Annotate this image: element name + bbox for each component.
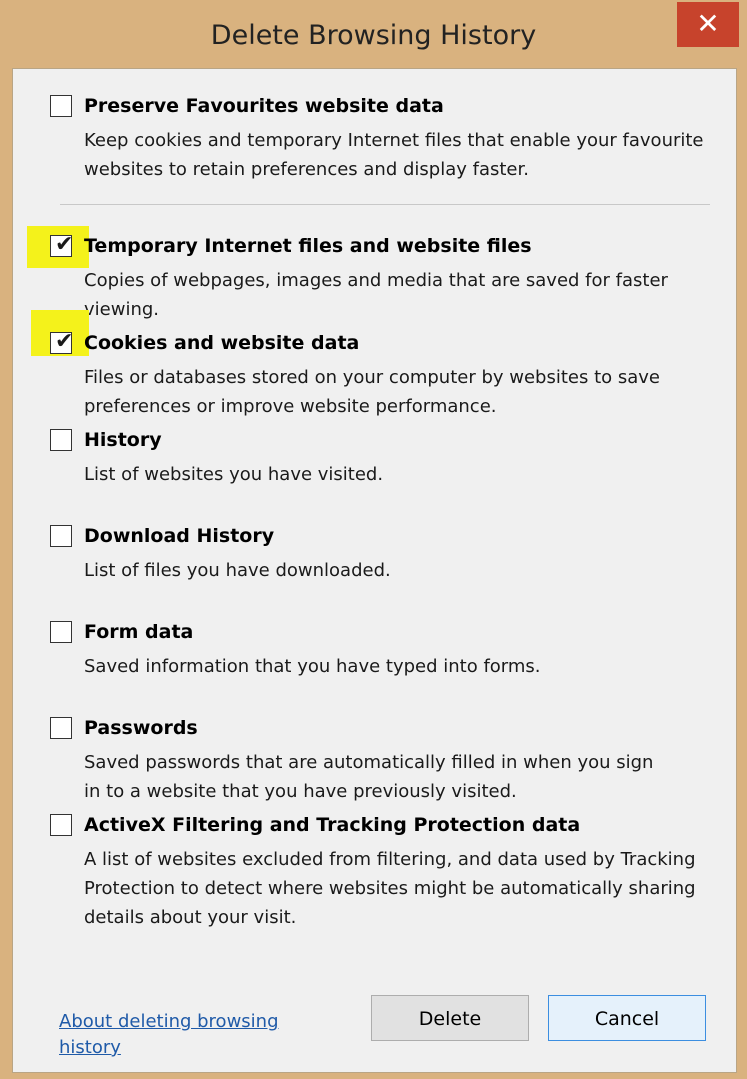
option-description: Files or databases stored on your comput… bbox=[84, 367, 661, 417]
dialog-content: Preserve Favourites website data Keep co… bbox=[12, 68, 737, 1073]
close-icon: ✕ bbox=[696, 7, 720, 40]
option-label: Temporary Internet files and website fil… bbox=[84, 235, 532, 257]
option-label: Download History bbox=[84, 525, 275, 547]
checkmark-icon: ✔ bbox=[55, 329, 74, 354]
option-label: Cookies and website data bbox=[84, 332, 360, 354]
option-description: List of websites you have visited. bbox=[84, 464, 384, 485]
option-label: ActiveX Filtering and Tracking Protectio… bbox=[84, 814, 581, 836]
dialog-window: Delete Browsing History ✕ Preserve Favou… bbox=[0, 0, 747, 1079]
delete-button[interactable]: Delete bbox=[371, 995, 529, 1041]
cancel-button[interactable]: Cancel bbox=[548, 995, 706, 1041]
checkbox-activex-tracking[interactable] bbox=[50, 814, 72, 836]
checkbox-temporary-internet-files[interactable]: ✔ bbox=[50, 232, 74, 257]
close-button[interactable]: ✕ bbox=[677, 2, 739, 47]
checkbox-download-history[interactable] bbox=[50, 525, 72, 547]
option-description: List of files you have downloaded. bbox=[84, 560, 391, 581]
checkbox-form-data[interactable] bbox=[50, 621, 72, 643]
about-deleting-history-link[interactable]: About deleting browsing history bbox=[59, 1009, 299, 1061]
option-description: Copies of webpages, images and media tha… bbox=[84, 270, 668, 320]
checkbox-preserve-favourites[interactable] bbox=[50, 95, 72, 117]
option-description: Saved information that you have typed in… bbox=[84, 656, 541, 677]
checkmark-icon: ✔ bbox=[55, 232, 74, 257]
checkbox-history[interactable] bbox=[50, 429, 72, 451]
checkbox-passwords[interactable] bbox=[50, 717, 72, 739]
option-description: A list of websites excluded from filteri… bbox=[84, 849, 696, 928]
option-description: Saved passwords that are automatically f… bbox=[84, 752, 654, 802]
option-label: Form data bbox=[84, 621, 194, 643]
option-label: Preserve Favourites website data bbox=[84, 95, 444, 117]
separator bbox=[60, 204, 710, 205]
option-label: History bbox=[84, 429, 162, 451]
checkbox-cookies[interactable]: ✔ bbox=[50, 329, 74, 354]
dialog-title: Delete Browsing History bbox=[210, 20, 537, 51]
option-description: Keep cookies and temporary Internet file… bbox=[84, 130, 704, 180]
option-label: Passwords bbox=[84, 717, 198, 739]
